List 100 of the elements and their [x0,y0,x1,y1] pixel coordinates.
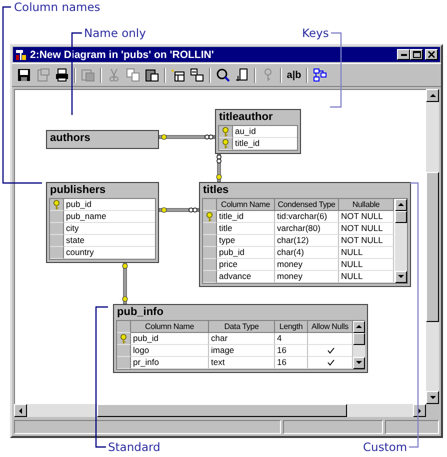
row-selector[interactable] [203,235,217,247]
table-cell: 4 [275,333,308,345]
column-name: au_id [233,126,297,138]
zoom-button[interactable] [214,66,232,84]
column-header[interactable]: Nullable [339,199,394,211]
relationships-button[interactable] [311,66,329,84]
diagram-copy-icon [81,68,95,82]
paste-button[interactable] [143,66,161,84]
row-selector[interactable] [50,211,64,223]
table-cell: char(12) [275,235,339,247]
key-icon [120,334,127,344]
header-corner[interactable] [203,199,217,211]
diagram-icon [15,48,27,60]
row-selector[interactable] [203,211,217,223]
row-selector[interactable] [203,247,217,259]
table-box[interactable]: pub_info Column Name Data Type Length Allow Nulls pub_id char 4 logo image 16 pr_info text 16 [113,304,368,373]
save-button[interactable] [15,66,33,84]
layout-icon [235,68,249,82]
column-header[interactable]: Allow Nulls [308,321,353,333]
row-selector[interactable] [50,199,64,211]
column-name: pub_id [64,199,155,211]
row-selector[interactable] [219,126,233,138]
row-selector[interactable] [219,138,233,150]
row-selector[interactable] [203,271,217,283]
vertical-scrollbar[interactable] [426,89,439,404]
table-box[interactable]: titleauthor au_id title_id [215,109,301,154]
table-box[interactable]: publishers pub_id pub_name city state country [46,182,159,263]
minimize-button[interactable] [397,49,410,60]
column-header[interactable]: Column Name [131,321,209,333]
column-name: pub_name [64,211,155,223]
add-table-icon [190,68,204,82]
column-header[interactable]: Column Name [217,199,275,211]
scrollbar[interactable] [395,199,407,283]
column-name: state [64,235,155,247]
table-name: pub_info [116,305,164,320]
paste-icon [145,68,159,82]
table-cell: NOT NULL [339,223,394,235]
column-name: city [64,223,155,235]
relationship-line[interactable] [158,207,200,213]
zoom-icon [216,68,230,82]
down-arrow-icon [428,394,436,402]
row-selector[interactable] [203,223,217,235]
row-selector[interactable] [50,247,64,259]
table-name: publishers [49,183,107,198]
row-selector[interactable] [203,259,217,271]
row-selector[interactable] [117,333,131,345]
horizontal-scrollbar[interactable] [14,404,426,417]
table-box[interactable]: titles Column Name Condensed Type Nullable title_id tid:varchar(6) NOT NULL title varchar(80) NOT NULL type char(12) NOT NULL pub_id char(4) NULL price money NULL advance money NULL [199,182,411,287]
table-cell: char(4) [275,247,339,259]
table-cell: text [209,357,275,369]
column-header[interactable]: Condensed Type [275,199,339,211]
text-button[interactable]: a|b [285,66,303,84]
table-cell: NULL [339,271,394,283]
row-selector[interactable] [117,345,131,357]
new-table-icon [171,68,185,82]
table-cell: varchar(80) [275,223,339,235]
table-cell: 16 [275,345,308,357]
table-cell: advance [217,271,275,283]
relationship-line[interactable] [158,134,216,140]
column-header[interactable]: Length [275,321,308,333]
table-cell: NULL [339,259,394,271]
table-cell: image [209,345,275,357]
row-selector[interactable] [117,357,131,369]
right-arrow-icon [416,406,424,414]
scroll-thumb[interactable] [353,333,365,345]
maximize-button[interactable] [410,49,423,60]
down-arrow-icon [397,273,405,281]
left-arrow-icon [16,406,24,414]
table-name: titles [202,183,230,198]
table-cell: money [275,271,339,283]
window-title: 2:New Diagram in 'pubs' on 'ROLLIN' [30,48,215,60]
table-name: authors [49,131,92,146]
scrollbar[interactable] [353,321,365,369]
table-cell: title_id [217,211,275,223]
new-table-button[interactable] [169,66,187,84]
table-cell: pub_id [131,333,209,345]
table-cell: 16 [275,357,308,369]
row-selector[interactable] [50,223,64,235]
relationships-icon [313,68,327,82]
table-box[interactable]: authors [46,130,159,149]
table-cell: NOT NULL [339,211,394,223]
key-icon [53,200,60,210]
diagram-canvas[interactable] [14,89,426,404]
add-table-button[interactable] [188,66,206,84]
scroll-thumb[interactable] [395,211,407,223]
save-icon [17,68,31,82]
row-selector[interactable] [50,235,64,247]
column-header[interactable]: Data Type [209,321,275,333]
scissors-icon [107,68,121,82]
column-name: country [64,247,155,259]
key-icon [206,212,213,222]
printer-button[interactable] [53,66,71,84]
header-corner[interactable] [117,321,131,333]
table-cell: price [217,259,275,271]
table-cell: pr_info [131,357,209,369]
close-button[interactable] [425,49,438,60]
callout-label: Column names [14,1,100,14]
callout-label: Name only [84,27,146,40]
table-cell: logo [131,345,209,357]
properties-icon [36,68,50,82]
